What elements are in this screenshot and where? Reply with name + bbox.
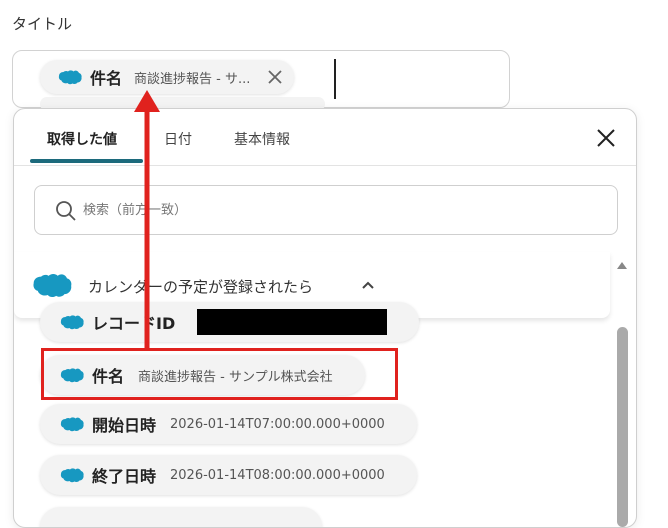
tab-retrieved-values[interactable]: 取得した値 <box>47 129 117 149</box>
close-icon[interactable] <box>595 127 617 149</box>
title-variable-chip[interactable]: 件名 商談進捗報告 - サ... <box>40 60 295 94</box>
chip-remove-button[interactable] <box>266 68 284 86</box>
list-item-start-datetime[interactable]: 開始日時 2026-01-14T07:00:00.000+0000 <box>40 404 417 444</box>
tab-basic-info[interactable]: 基本情報 <box>234 129 290 149</box>
salesforce-cloud-icon <box>32 271 72 299</box>
list-item-partial[interactable] <box>40 507 322 527</box>
salesforce-cloud-icon <box>60 314 84 330</box>
chip-value: 商談進捗報告 - サ... <box>134 71 251 87</box>
search-icon <box>56 201 76 221</box>
close-icon <box>268 70 283 84</box>
salesforce-cloud-icon <box>60 416 84 432</box>
search-input[interactable] <box>83 198 583 222</box>
list-item-end-datetime[interactable]: 終了日時 2026-01-14T08:00:00.000+0000 <box>40 455 417 495</box>
scrollbar-thumb[interactable] <box>617 327 628 527</box>
search-box <box>34 185 618 235</box>
item-value: 2026-01-14T08:00:00.000+0000 <box>170 467 385 483</box>
item-name: レコードID <box>92 314 176 333</box>
item-name: 開始日時 <box>92 416 157 435</box>
field-label: タイトル <box>12 15 73 33</box>
text-cursor <box>334 59 336 99</box>
salesforce-cloud-icon <box>58 69 82 85</box>
item-name: 終了日時 <box>92 467 157 486</box>
redacted-value <box>197 309 388 335</box>
annotation-highlight-box <box>41 348 398 400</box>
item-value: 2026-01-14T07:00:00.000+0000 <box>170 416 385 432</box>
salesforce-cloud-icon <box>60 467 84 483</box>
section-title: カレンダーの予定が登録されたら <box>88 278 314 296</box>
scroll-up-icon[interactable] <box>616 260 628 270</box>
list-item-record-id[interactable]: レコードID <box>40 302 420 342</box>
chevron-up-icon[interactable] <box>361 280 375 290</box>
tab-bar: 取得した値 日付 基本情報 <box>14 109 636 166</box>
chip-name: 件名 <box>90 69 123 88</box>
active-tab-indicator <box>30 159 143 163</box>
variable-picker-panel: 取得した値 日付 基本情報 カレンダーの予定が登録されたら レコードID 件名 … <box>13 108 637 528</box>
tab-date[interactable]: 日付 <box>164 129 192 149</box>
